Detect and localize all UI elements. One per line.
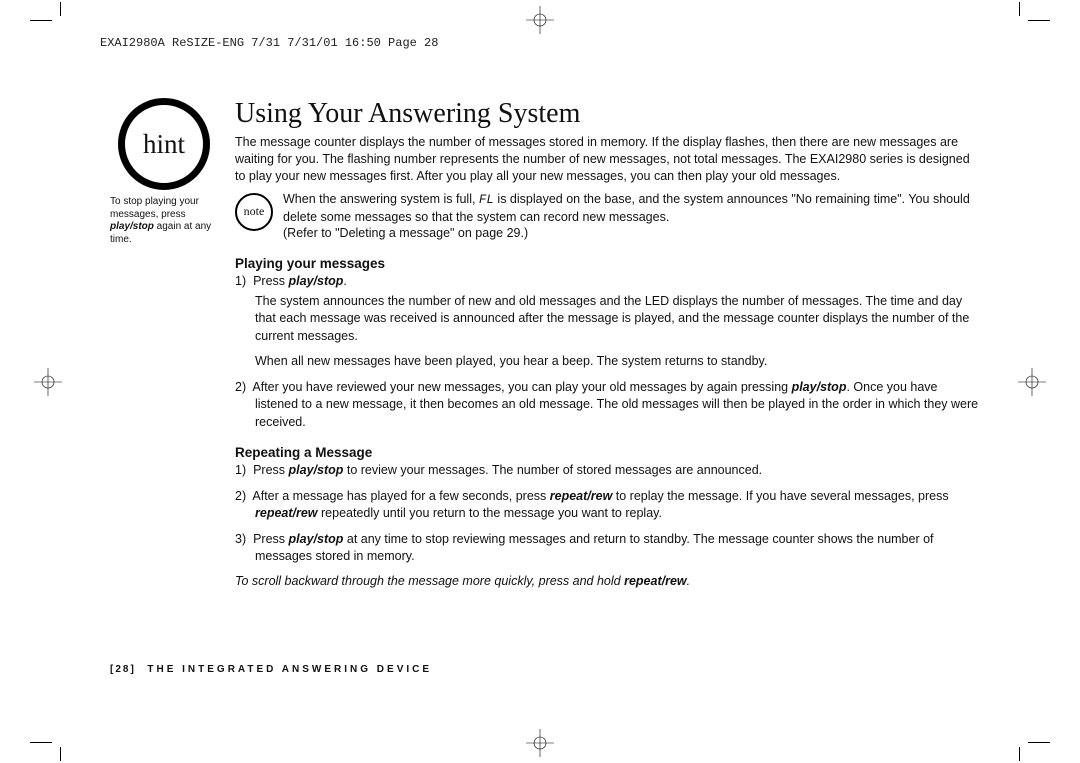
footer-label: THE INTEGRATED ANSWERING DEVICE — [147, 664, 432, 675]
registration-left-icon — [34, 368, 62, 396]
repeating-step-1: Press play/stop to review your messages.… — [235, 462, 980, 480]
repeating-steps: Press play/stop to review your messages.… — [235, 462, 980, 566]
intro-paragraph: The message counter displays the number … — [235, 134, 980, 185]
playing-steps: Press play/stop. The system announces th… — [235, 273, 980, 431]
heading-playing: Playing your messages — [235, 256, 980, 271]
playing-step-1-p2: When all new messages have been played, … — [255, 353, 980, 371]
playing-step-1-p1: The system announces the number of new a… — [255, 293, 980, 346]
page-footer: [28] THE INTEGRATED ANSWERING DEVICE — [110, 664, 432, 675]
note-line1a: When the answering system is full, — [283, 192, 479, 206]
repeating-step-2: After a message has played for a few sec… — [235, 488, 980, 523]
hint-text: To stop playing your messages, press pla… — [110, 196, 215, 246]
note-badge-icon: note — [235, 193, 273, 231]
page-content: hint To stop playing your messages, pres… — [110, 98, 980, 588]
footer-page: [28] — [110, 664, 136, 675]
repeating-step-3: Press play/stop at any time to stop revi… — [235, 531, 980, 566]
hint-text-pre: To stop playing your messages, press — [110, 196, 199, 220]
note-fl: FL — [479, 193, 494, 207]
page-title: Using Your Answering System — [235, 98, 980, 130]
heading-repeating: Repeating a Message — [235, 445, 980, 460]
registration-top-icon — [526, 6, 554, 34]
hint-sidebar: hint To stop playing your messages, pres… — [110, 98, 220, 246]
registration-right-icon — [1018, 368, 1046, 396]
main-column: Using Your Answering System The message … — [235, 98, 980, 588]
scroll-tip: To scroll backward through the message m… — [235, 574, 980, 588]
note-body: When the answering system is full, FL is… — [283, 191, 980, 243]
print-slug: EXAI2980A ReSIZE-ENG 7/31 7/31/01 16:50 … — [100, 36, 438, 50]
playing-step-1: Press play/stop. The system announces th… — [235, 273, 980, 371]
note-block: note When the answering system is full, … — [235, 191, 980, 243]
note-line2: (Refer to "Deleting a message" on page 2… — [283, 226, 528, 240]
hint-text-ps: play/stop — [110, 221, 154, 232]
playing-step-2: After you have reviewed your new message… — [235, 379, 980, 432]
hint-badge-icon: hint — [118, 98, 210, 190]
registration-bottom-icon — [526, 729, 554, 757]
